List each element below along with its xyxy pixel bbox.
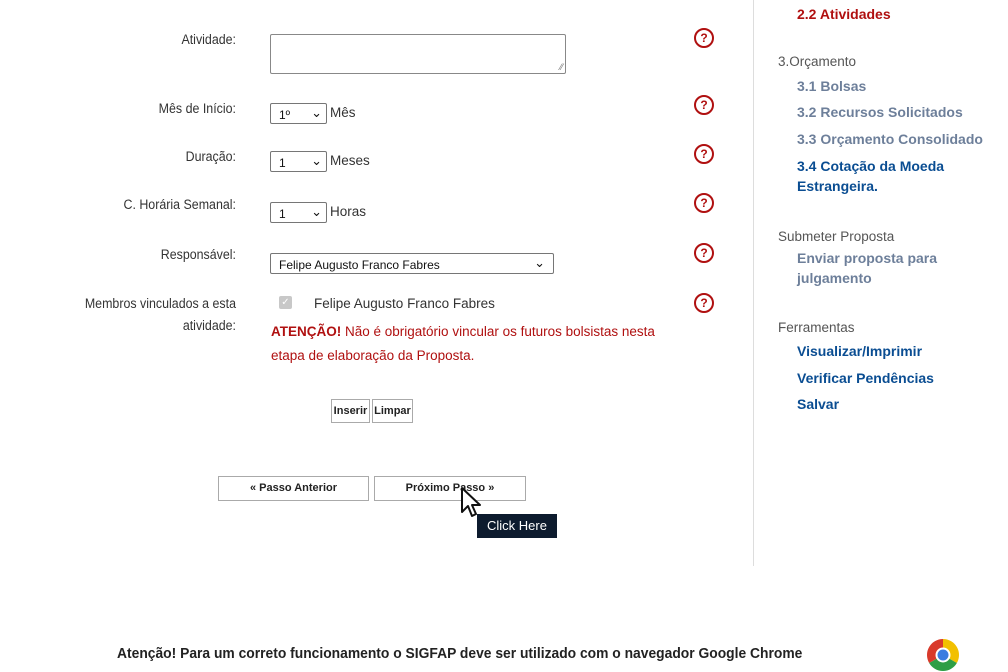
help-icon[interactable]: ? [694,144,714,164]
sidebar-item-cotacao[interactable]: 3.4 Cotação da Moeda Estrangeira. [797,158,944,194]
chevron-down-icon: ⌄ [534,255,545,270]
help-icon[interactable]: ? [694,28,714,48]
limpar-button[interactable]: Limpar [372,399,413,423]
chevron-down-icon: ⌄ [311,105,322,120]
help-icon[interactable]: ? [694,193,714,213]
inserir-button[interactable]: Inserir [331,399,370,423]
carga-horaria-label: C. Horária Semanal: [123,197,236,212]
resize-grip-icon: ⁄⁄ [559,62,563,72]
carga-horaria-value: 1 [279,207,286,221]
mes-unit: Mês [330,105,356,120]
click-here-tooltip: Click Here [477,514,557,538]
responsavel-label: Responsável: [160,247,236,262]
sidebar-divider [753,0,754,566]
responsavel-select[interactable]: Felipe Augusto Franco Fabres ⌄ [270,253,554,274]
passo-anterior-button[interactable]: « Passo Anterior [218,476,369,501]
sidebar-item-salvar[interactable]: Salvar [797,396,839,412]
membros-label-line2: atividade: [182,318,236,333]
sidebar-item-atividades[interactable]: 2.2 Atividades [797,6,891,22]
aviso-text: ATENÇÃO! Não é obrigatório vincular os f… [271,320,691,368]
membro-name: Felipe Augusto Franco Fabres [314,296,495,311]
cotacao-line1: 3.4 Cotação da Moeda [797,158,945,174]
duracao-select[interactable]: 1 ⌄ [270,151,327,172]
atividade-label: Atividade: [181,32,236,47]
aviso-line2: etapa de elaboração da Proposta. [271,348,475,363]
mes-inicio-value: 1º [279,108,291,122]
sidebar-item-enviar[interactable]: Enviar proposta para julgamento [797,250,937,286]
help-icon[interactable]: ? [694,243,714,263]
sidebar-item-consolidado[interactable]: 3.3 Orçamento Consolidado [797,131,983,147]
enviar-line1: Enviar proposta para [797,250,938,266]
membros-label-line1: Membros vinculados a esta [84,296,236,311]
chevron-down-icon: ⌄ [311,204,322,219]
chevron-down-icon: ⌄ [311,153,322,168]
sidebar-item-bolsas[interactable]: 3.1 Bolsas [797,78,866,94]
enviar-line2: julgamento [797,270,872,286]
chrome-logo-icon [926,639,960,672]
carga-horaria-unit: Horas [330,204,367,219]
carga-horaria-select[interactable]: 1 ⌄ [270,202,327,223]
sidebar-item-verificar[interactable]: Verificar Pendências [797,370,934,386]
proximo-passo-button[interactable]: Próximo Passo » [374,476,526,501]
sidebar-heading-orcamento: 3.Orçamento [778,54,857,69]
aviso-bold: ATENÇÃO! [271,324,342,339]
footer-notice: Atenção! Para um correto funcionamento o… [117,646,803,662]
sidebar-heading-submeter: Submeter Proposta [778,229,895,244]
mes-inicio-label: Mês de Início: [158,101,236,116]
duracao-unit: Meses [330,153,370,168]
help-icon[interactable]: ? [694,293,714,313]
atividade-textarea[interactable]: ⁄⁄ [270,34,566,74]
help-icon[interactable]: ? [694,95,714,115]
cotacao-line2: Estrangeira. [797,178,878,194]
aviso-line1: Não é obrigatório vincular os futuros bo… [341,324,655,339]
responsavel-value: Felipe Augusto Franco Fabres [279,258,440,272]
duracao-value: 1 [279,156,286,170]
membros-label: Membros vinculados a esta atividade: [70,296,236,333]
duracao-label: Duração: [185,149,236,164]
membro-checkbox[interactable]: ✓ [279,296,292,309]
sidebar-item-visualizar[interactable]: Visualizar/Imprimir [797,343,922,359]
sidebar-heading-ferramentas: Ferramentas [778,320,855,335]
mes-inicio-select[interactable]: 1º ⌄ [270,103,327,124]
sidebar-item-recursos[interactable]: 3.2 Recursos Solicitados [797,104,963,120]
